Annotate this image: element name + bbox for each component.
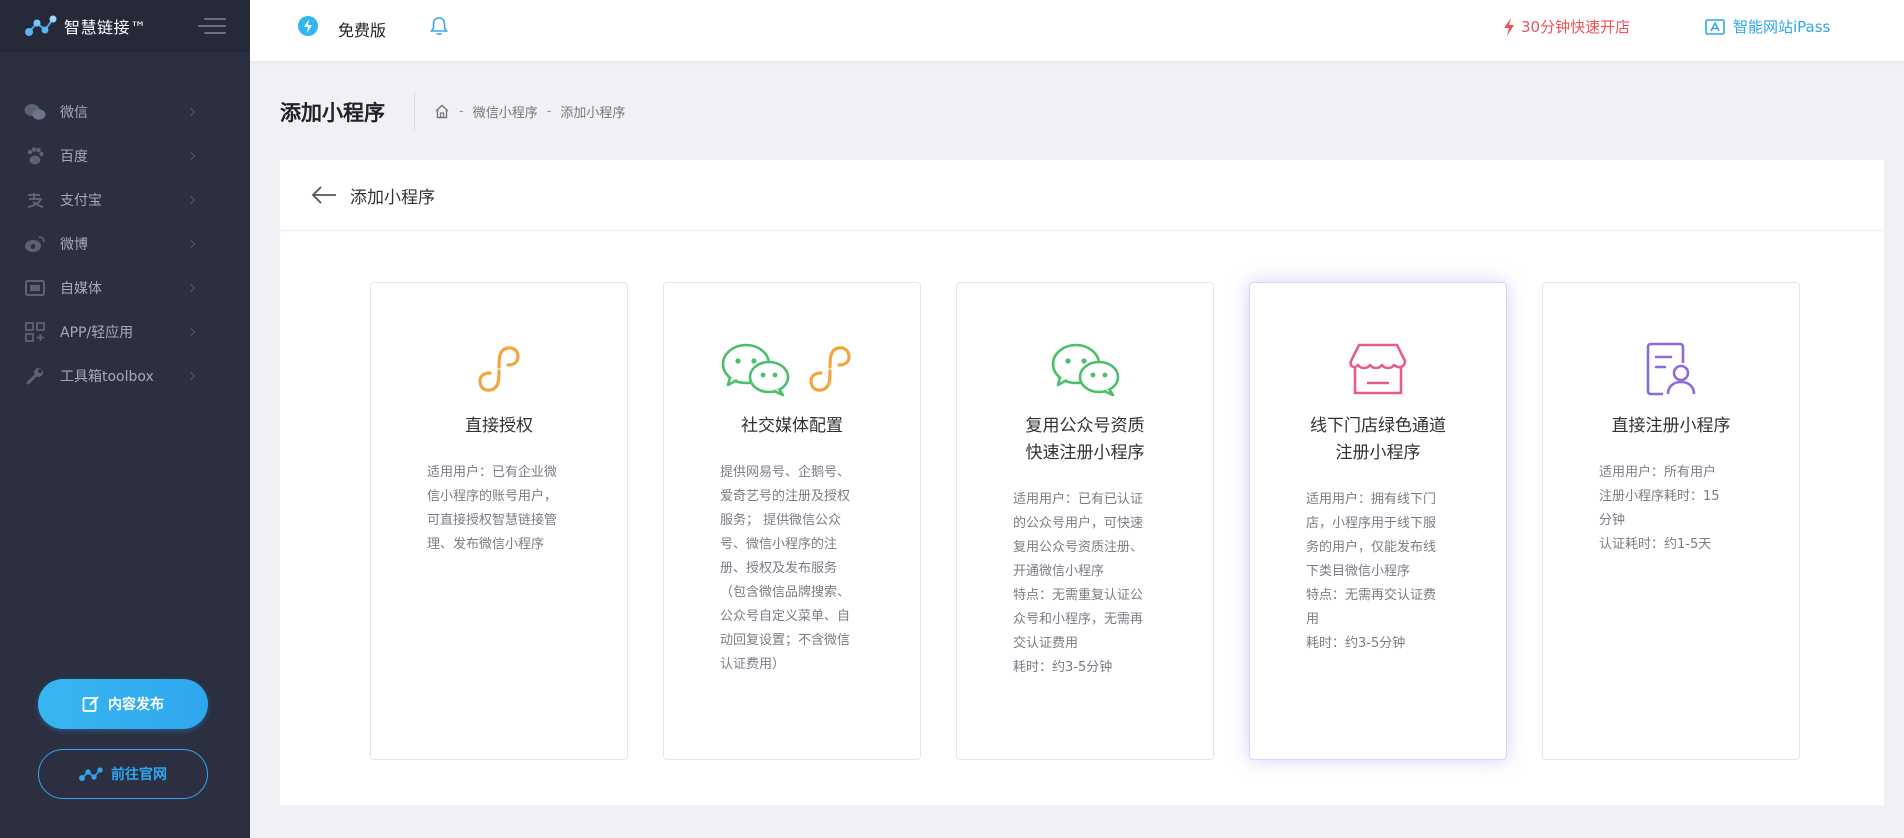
- sidebar: 智慧链接™ 微信 百度 支付宝 微博 自媒体 APP/轻应用 工具箱toolbo…: [0, 0, 250, 838]
- logo-row: 智慧链接™: [0, 0, 250, 52]
- breadcrumb-separator: -: [546, 104, 552, 119]
- breadcrumb: - 微信小程序 - 添加小程序: [434, 102, 625, 121]
- topbar: 免费版 30分钟快速开店 智能网站iPass: [250, 0, 1904, 61]
- menu-toggle-icon[interactable]: [198, 18, 226, 34]
- chevron-right-icon: [186, 195, 196, 205]
- add-miniprogram-panel: 添加小程序 直接授权 适用用户：已有企业微 信小程序的账号用户， 可直接授权智慧链接…: [280, 160, 1884, 805]
- breadcrumb-item: 添加小程序: [560, 106, 626, 121]
- sidebar-item-media[interactable]: 自媒体: [0, 266, 250, 310]
- card-title: 复用公众号资质 快速注册小程序: [1025, 416, 1145, 463]
- card-description: 适用用户：已有企业微 信小程序的账号用户， 可直接授权智慧链接管 理、发布微信小程序: [427, 465, 558, 552]
- app-name: 智慧链接™: [64, 18, 147, 37]
- chevron-right-icon: [186, 107, 196, 117]
- option-card-offline-store[interactable]: 线下门店绿色通道 注册小程序 适用用户：拥有线下门 店，小程序用于线下服 务的用户，仅…: [1249, 282, 1507, 760]
- publish-content-label: 内容发布: [108, 697, 164, 713]
- edit-icon: [82, 696, 99, 712]
- wechat-icon: [24, 101, 46, 123]
- plan-icon: [298, 16, 318, 36]
- media-icon: [24, 277, 46, 299]
- back-arrow-icon[interactable]: [310, 185, 338, 205]
- ipass-link[interactable]: 智能网站iPass: [1705, 16, 1830, 37]
- paw-icon: [24, 145, 46, 167]
- visit-site-label: 前往官网: [111, 767, 167, 783]
- breadcrumb-separator: -: [459, 104, 464, 119]
- breadcrumb-item[interactable]: 微信小程序: [473, 102, 538, 121]
- chevron-right-icon: [186, 239, 196, 249]
- wechat-link-icon: [664, 341, 920, 397]
- card-description: 适用用户：所有用户 注册小程序耗时：15 分钟 认证耗时：约1-5天: [1599, 465, 1720, 552]
- card-title: 直接授权: [465, 416, 533, 436]
- card-title: 直接注册小程序: [1611, 416, 1731, 436]
- plan-label[interactable]: 免费版: [338, 17, 386, 41]
- sidebar-nav: 微信 百度 支付宝 微博 自媒体 APP/轻应用 工具箱toolbox: [0, 90, 250, 398]
- sidebar-item-label: 工具箱toolbox: [60, 369, 154, 385]
- chevron-right-icon: [186, 371, 196, 381]
- logo-small-icon: [79, 767, 103, 781]
- card-title: 线下门店绿色通道 注册小程序: [1310, 416, 1446, 463]
- sidebar-item-label: 百度: [60, 149, 88, 165]
- sidebar-item-label: 微信: [60, 105, 88, 121]
- header-divider: [414, 92, 415, 130]
- sidebar-item-toolbox[interactable]: 工具箱toolbox: [0, 354, 250, 398]
- sidebar-item-label: APP/轻应用: [60, 325, 134, 341]
- sidebar-item-wechat[interactable]: 微信: [0, 90, 250, 134]
- store-icon: [1250, 341, 1506, 397]
- sidebar-item-apps[interactable]: APP/轻应用: [0, 310, 250, 354]
- fast-open-link[interactable]: 30分钟快速开店: [1503, 16, 1630, 37]
- wrench-icon: [24, 365, 46, 387]
- chevron-right-icon: [186, 283, 196, 293]
- chevron-right-icon: [186, 151, 196, 161]
- sidebar-item-baidu[interactable]: 百度: [0, 134, 250, 178]
- panel-header: 添加小程序: [280, 160, 1884, 231]
- option-card-reuse-official-account[interactable]: 复用公众号资质 快速注册小程序 适用用户：已有已认证 的公众号用户，可快速 复用公众号…: [956, 282, 1214, 760]
- alipay-icon: [24, 189, 46, 211]
- register-form-icon: [1543, 341, 1799, 397]
- option-card-direct-authorize[interactable]: 直接授权 适用用户：已有企业微 信小程序的账号用户， 可直接授权智慧链接管 理、发布微…: [370, 282, 628, 760]
- apps-grid-icon: [24, 321, 46, 343]
- page-title: 添加小程序: [280, 101, 385, 125]
- sidebar-item-alipay[interactable]: 支付宝: [0, 178, 250, 222]
- card-description: 提供网易号、企鹅号、 爱奇艺号的注册及授权 服务； 提供微信公众 号、微信小程序的注册…: [720, 465, 851, 672]
- option-card-direct-register[interactable]: 直接注册小程序 适用用户：所有用户 注册小程序耗时：15 分钟 认证耗时：约1-5天: [1542, 282, 1800, 760]
- sidebar-item-label: 支付宝: [60, 193, 102, 209]
- lightning-icon: [1504, 17, 1514, 36]
- card-title: 社交媒体配置: [741, 416, 843, 436]
- fast-open-label: 30分钟快速开店: [1521, 18, 1631, 36]
- bell-icon[interactable]: [428, 15, 450, 37]
- logo-icon: [25, 15, 57, 36]
- sidebar-item-label: 自媒体: [60, 281, 102, 297]
- link-icon: [371, 341, 627, 397]
- chevron-right-icon: [186, 327, 196, 337]
- visit-site-button[interactable]: 前往官网: [38, 749, 208, 799]
- weibo-icon: [24, 233, 46, 255]
- card-description: 适用用户：拥有线下门 店，小程序用于线下服 务的用户，仅能发布线 下类目微信小程序 特点…: [1306, 492, 1437, 651]
- panel-title: 添加小程序: [350, 187, 435, 208]
- home-icon[interactable]: [434, 104, 450, 119]
- sidebar-item-label: 微博: [60, 237, 88, 253]
- card-description: 适用用户：已有已认证 的公众号用户，可快速 复用公众号资质注册、 开通微信小程序 特点：…: [1013, 492, 1144, 675]
- ipass-label: 智能网站iPass: [1733, 18, 1831, 36]
- publish-content-button[interactable]: 内容发布: [38, 679, 208, 729]
- option-card-social-media[interactable]: 社交媒体配置 提供网易号、企鹅号、 爱奇艺号的注册及授权 服务； 提供微信公众 号、微…: [663, 282, 921, 760]
- sidebar-item-weibo[interactable]: 微博: [0, 222, 250, 266]
- wechat-icon: [957, 341, 1213, 397]
- ipass-icon: [1705, 18, 1725, 35]
